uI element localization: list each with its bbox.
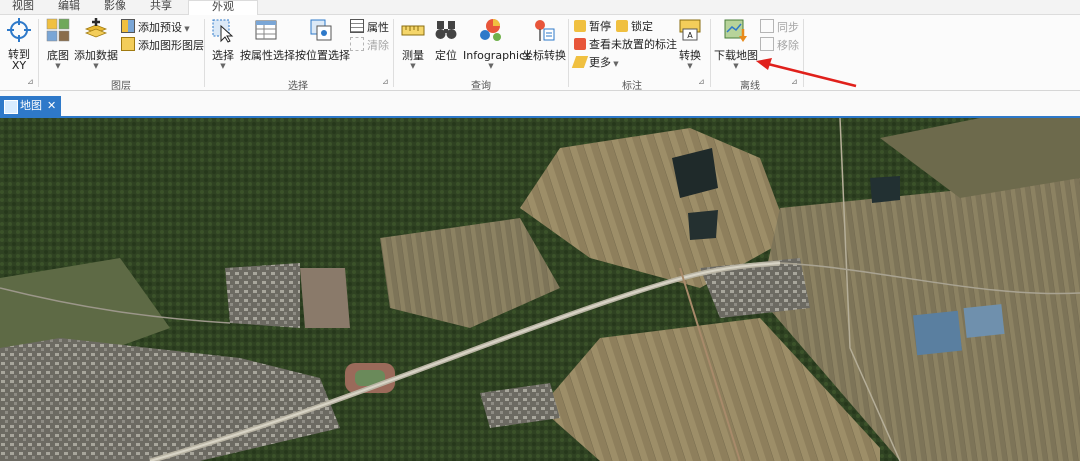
map-view[interactable]	[0, 118, 1080, 461]
satellite-imagery	[0, 118, 1080, 461]
annotation-arrow-icon	[756, 58, 857, 88]
arcgis-pro-window: 视图 编辑 影像 共享 外观 转到 XY ⊿ 底图 ▼ 添加数据 ▼ 添加预设 …	[0, 0, 1080, 461]
